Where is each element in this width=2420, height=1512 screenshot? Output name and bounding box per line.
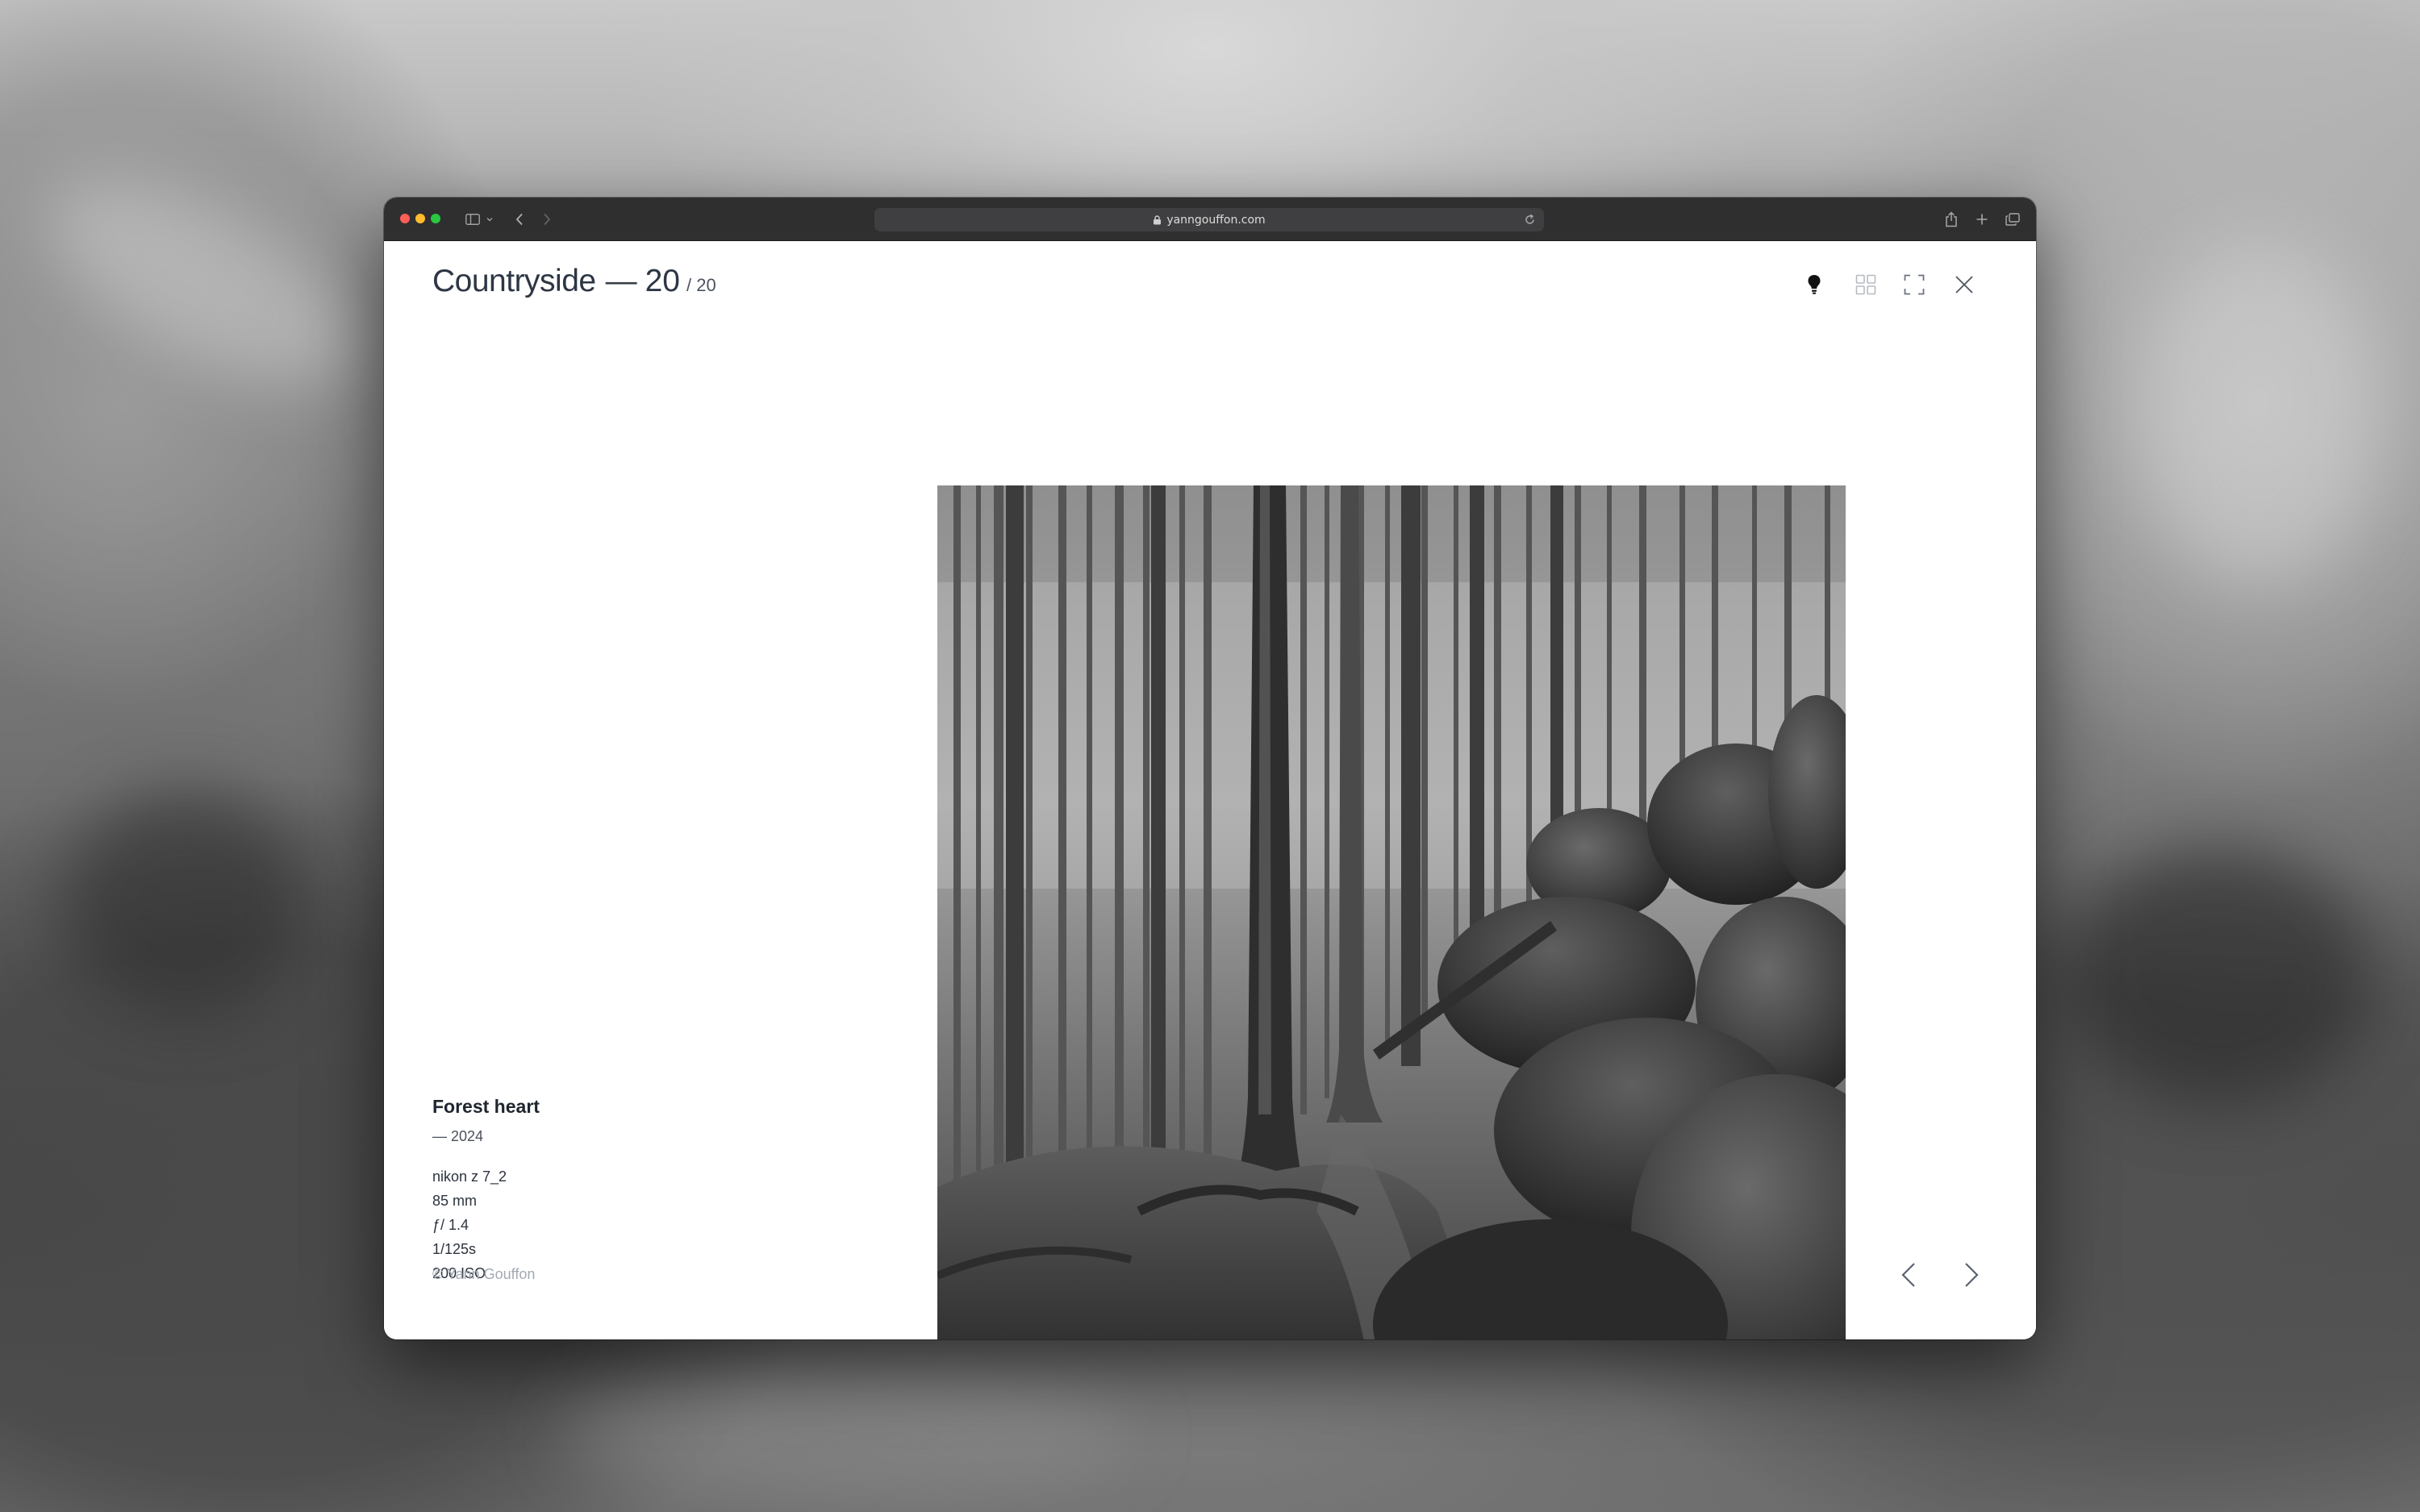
lightbulb-icon[interactable] [1800,270,1829,299]
photo-caption: Forest heart — 2024 [432,1096,540,1144]
gallery-heading: Countryside — 20 / 20 [432,264,716,304]
fullscreen-icon[interactable] [1900,270,1929,299]
copyright-notice: © Yann Gouffon [432,1266,536,1282]
tab-overview-icon[interactable] [2004,207,2022,231]
gallery-title: Countryside [432,264,596,298]
exif-focal-length: 85 mm [432,1193,478,1209]
chevron-right-icon [1965,1263,1979,1287]
gallery-page: Countryside — 20 / 20 Forest heart — 202… [384,241,2036,1339]
chevron-left-icon [1901,1263,1915,1287]
back-arrow-icon[interactable] [511,207,528,231]
browser-window: yanngouffon.com Countryside — 20 / 20 Fo… [384,198,2036,1339]
photo-title: Forest heart [432,1096,540,1117]
heading-separator: — [605,264,637,298]
exif-camera: nikon z 7_2 [432,1168,507,1185]
reload-icon[interactable] [1524,214,1536,229]
exif-aperture: ƒ/ 1.4 [432,1217,469,1233]
forward-arrow-icon[interactable] [539,207,555,231]
zoom-window-button[interactable] [431,214,440,223]
close-window-button[interactable] [400,214,410,223]
minimize-window-button[interactable] [415,214,425,223]
chevron-down-icon[interactable] [484,207,495,231]
grid-icon[interactable] [1851,270,1880,299]
new-tab-icon[interactable] [1973,207,1991,231]
exif-shutter: 1/125s [432,1241,477,1257]
url-text: yanngouffon.com [1166,213,1266,227]
next-photo-button[interactable] [1955,1259,1988,1291]
photo-index: 20 [645,264,680,298]
lock-icon [1154,215,1162,224]
previous-photo-button[interactable] [1892,1259,1925,1291]
close-icon[interactable] [1950,270,1979,299]
browser-toolbar: yanngouffon.com [384,198,2036,241]
address-bar[interactable]: yanngouffon.com [874,208,1544,231]
photo-total: / 20 [686,275,716,295]
photo-year: — 2024 [432,1128,484,1144]
sidebar-toggle-icon[interactable] [463,207,482,231]
share-icon[interactable] [1942,207,1960,231]
photo-image [937,485,1846,1339]
